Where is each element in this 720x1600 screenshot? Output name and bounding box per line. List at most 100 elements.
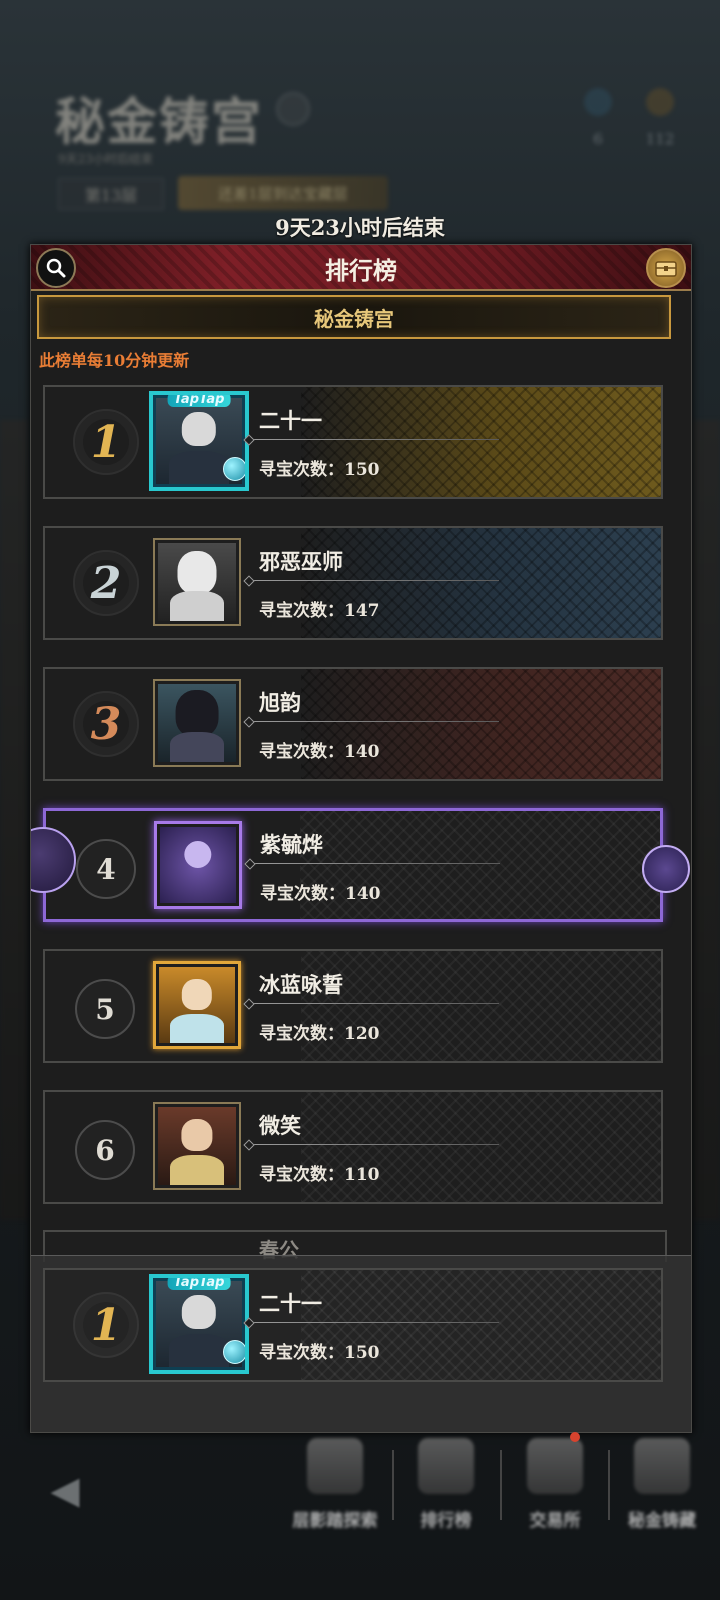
rank-badge: 3 [73,691,139,757]
player-avatar[interactable] [153,679,241,767]
player-avatar[interactable] [153,961,241,1049]
treasure-count: 寻宝次数：140 [260,884,381,904]
back-arrow-icon[interactable]: ◀ [38,1468,92,1512]
rank-badge: 1 [73,1292,139,1358]
row-pattern [301,669,661,779]
avatar-head [181,1119,213,1151]
background-pillar-right [692,420,720,1220]
leaderboard-row[interactable]: 2 邪恶巫师 寻宝次数：147 [43,526,663,640]
update-note: 此榜单每10分钟更新 [39,351,190,370]
background-floor-label: 第13层 [58,178,164,210]
chest-icon [655,261,677,277]
resource-count: 6 [593,130,603,148]
player-avatar[interactable] [154,821,242,909]
rank-badge: 1 [73,409,139,475]
player-name: 微笑 [259,1113,301,1138]
treasure-count: 寻宝次数：120 [259,1024,380,1044]
avatar-body [168,1334,230,1367]
background-search-icon [276,92,310,126]
self-rank-row[interactable]: 1 TapTap 二十一 寻宝次数：150 [43,1268,663,1382]
planet-icon [223,457,245,481]
row-pattern [301,1092,661,1202]
resource-count: 112 [645,130,675,148]
avatar-head [175,690,219,738]
treasure-count: 寻宝次数：150 [259,460,380,480]
row-pattern [301,528,661,638]
treasure-icon [634,1438,690,1494]
board-category-bar: 秘金铸宫 [37,295,671,339]
avatar-portrait [158,684,236,762]
nav-separator [500,1450,502,1520]
player-avatar[interactable] [153,1102,241,1190]
treasure-count: 寻宝次数：110 [259,1165,380,1185]
avatar-body [169,732,225,762]
leaderboard-row-highlighted[interactable]: 4 紫毓烨 寻宝次数：140 [31,808,690,922]
divider [250,863,500,864]
treasure-count: 寻宝次数：147 [259,601,380,621]
notification-dot [570,1432,580,1442]
event-end-time: 9天23小时后结束 [275,215,445,240]
nav-item-leaderboard[interactable]: 排行榜 [396,1438,496,1548]
leaderboard-row[interactable]: 3 旭韵 寻宝次数：140 [43,667,663,781]
rank-number: 6 [75,1120,135,1180]
player-name: 二十一 [259,408,322,433]
background-subtitle: 9天23小时后结束 [58,152,153,166]
treasure-count: 寻宝次数：150 [259,1343,380,1363]
rank-number: 5 [75,979,135,1039]
panel-header: 排行榜 [31,245,691,291]
avatar-head [181,1294,217,1330]
nav-item-exchange[interactable]: 交易所 [505,1438,605,1548]
nav-label: 排行榜 [420,1511,472,1531]
avatar-body [170,1014,224,1043]
avatar-body [169,1155,225,1185]
planet-icon [223,1340,245,1364]
trophy-icon [418,1438,474,1494]
player-name: 紫毓烨 [260,832,323,857]
dungeon-icon [307,1438,363,1494]
divider [249,721,499,722]
row-pattern [301,387,661,497]
leaderboard-row[interactable]: 6 微笑 寻宝次数：110 [43,1090,663,1204]
rank-number: 2 [90,557,122,609]
self-rank-section: 1 TapTap 二十一 寻宝次数：150 [31,1255,691,1432]
avatar-portrait [160,827,236,903]
nav-separator [392,1450,394,1520]
rank-number: 4 [76,839,136,899]
taptap-frame-badge: TapTap [167,395,231,407]
avatar-head [181,979,213,1010]
leaderboard-row[interactable]: 5 冰蓝咏誓 寻宝次数：120 [43,949,663,1063]
background-title: 秘金铸宫 [55,92,263,151]
coin-icon [646,88,674,116]
leaderboard-panel: 排行榜 秘金铸宫 此榜单每10分钟更新 1 TapTap 二十一 寻宝次数：15… [30,244,692,1433]
reward-chest-button[interactable] [646,248,686,288]
avatar-portrait [158,1107,236,1185]
moon-emblem-icon [184,840,212,869]
player-avatar[interactable] [153,538,241,626]
background-resource-1: 6 [578,88,618,158]
leaderboard-row[interactable]: 1 TapTap 二十一 寻宝次数：150 [43,385,663,499]
rank-badge: 2 [73,550,139,616]
panel-title: 排行榜 [325,256,397,285]
rank-number: 1 [90,416,122,468]
background-tip: 还差1层到达宝藏层 [178,176,388,210]
treasure-count: 寻宝次数：140 [259,742,380,762]
row-pattern [301,1270,661,1380]
bottom-nav: ◀ 层影踏探索 排行榜 交易所 秘金铸藏 [0,1420,720,1600]
player-name: 旭韵 [259,690,301,715]
moon-orb-icon [642,845,690,893]
moon-crest-icon [31,827,76,893]
player-name: 冰蓝咏誓 [259,972,343,997]
divider [249,439,499,440]
avatar-portrait [159,967,235,1043]
nav-item-treasure[interactable]: 秘金铸藏 [612,1438,712,1548]
nav-item-explore[interactable]: 层影踏探索 [285,1438,385,1548]
nav-separator [608,1450,610,1520]
player-avatar[interactable]: TapTap [149,391,249,491]
shop-icon [527,1438,583,1494]
rank-number: 1 [90,1299,122,1351]
divider [249,580,499,581]
divider [249,1322,499,1323]
rank-number: 3 [90,698,122,750]
player-avatar[interactable]: TapTap [149,1274,249,1374]
nav-label: 秘金铸藏 [628,1511,696,1531]
